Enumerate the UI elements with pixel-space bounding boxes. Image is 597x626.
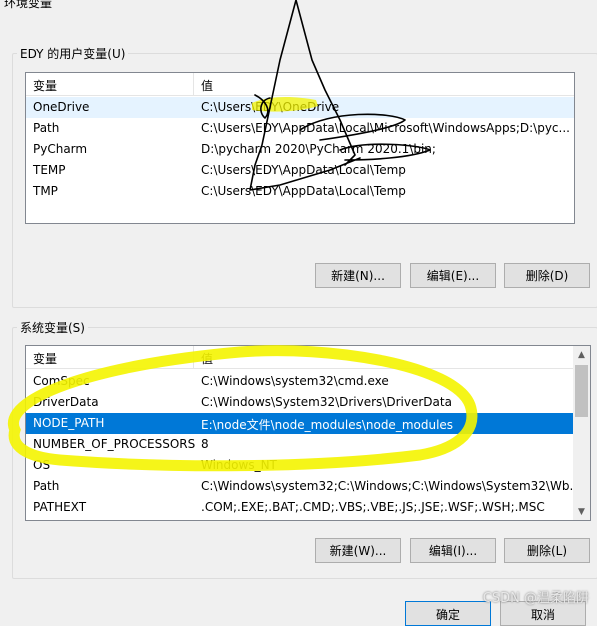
system-var-row[interactable]: PATHEXT .COM;.EXE;.BAT;.CMD;.VBS;.VBE;.J… (26, 497, 573, 518)
system-var-name: DriverData (33, 395, 99, 409)
system-var-row[interactable]: Path C:\Windows\system32;C:\Windows;C:\W… (26, 476, 581, 497)
scrollbar-thumb[interactable] (575, 365, 588, 417)
window-title: 环境变量 (4, 0, 53, 10)
system-vars-scrollbar[interactable]: ▲ ▼ (573, 346, 590, 520)
system-var-name: NUMBER_OF_PROCESSORS (33, 437, 196, 451)
user-var-value: C:\Users\EDY\AppData\Local\Temp (201, 163, 406, 177)
user-new-button[interactable]: 新建(N)... (315, 263, 401, 288)
system-var-row[interactable]: NUMBER_OF_PROCESSORS 8 (26, 434, 573, 455)
user-var-row[interactable]: OneDrive C:\Users\EDY\OneDrive (26, 97, 574, 118)
system-var-value: E:\node文件\node_modules\node_modules (201, 418, 454, 432)
user-var-row[interactable]: PyCharm D:\pycharm 2020\PyCharm 2020.1\b… (26, 139, 574, 160)
watermark: CSDN @温柔陷阱 (482, 591, 589, 606)
system-vars-group-label: 系统变量(S) (17, 319, 88, 336)
user-var-value: D:\pycharm 2020\PyCharm 2020.1\bin; (201, 142, 436, 156)
scroll-up-arrow-icon[interactable]: ▲ (573, 346, 590, 363)
user-var-name: TEMP (33, 163, 66, 177)
system-var-row[interactable]: ComSpec C:\Windows\system32\cmd.exe (26, 371, 573, 392)
column-header-value[interactable]: 值 (201, 77, 213, 94)
column-header-value[interactable]: 值 (201, 350, 213, 367)
system-delete-button[interactable]: 删除(L) (504, 538, 590, 563)
column-header-variable[interactable]: 变量 (33, 350, 57, 367)
system-var-value: C:\Windows\system32;C:\Windows;C:\Window… (201, 479, 581, 493)
system-var-name: OS (33, 458, 51, 472)
system-var-name: Path (33, 479, 60, 493)
system-var-value: .COM;.EXE;.BAT;.CMD;.VBS;.VBE;.JS;.JSE;.… (201, 500, 545, 514)
system-var-row[interactable]: DriverData C:\Windows\System32\Drivers\D… (26, 392, 573, 413)
system-var-row-selected[interactable]: NODE_PATH E:\node文件\node_modules\node_mo… (26, 413, 573, 434)
system-edit-button[interactable]: 编辑(I)... (410, 538, 496, 563)
system-var-value: C:\Windows\system32\cmd.exe (201, 374, 389, 388)
user-var-row[interactable]: TEMP C:\Users\EDY\AppData\Local\Temp (26, 160, 574, 181)
user-var-row[interactable]: Path C:\Users\EDY\AppData\Local\Microsof… (26, 118, 574, 139)
user-vars-group-label: EDY 的用户变量(U) (17, 45, 129, 62)
system-var-name: ComSpec (33, 374, 90, 388)
system-var-value: 8 (201, 437, 209, 451)
system-var-value: Windows_NT (201, 458, 277, 472)
user-var-name: PyCharm (33, 142, 88, 156)
scroll-down-arrow-icon[interactable]: ▼ (573, 503, 590, 520)
column-header-variable[interactable]: 变量 (33, 77, 57, 94)
system-var-row[interactable]: OS Windows_NT (26, 455, 573, 476)
system-var-name: PATHEXT (33, 500, 87, 514)
system-new-button[interactable]: 新建(W)... (315, 538, 401, 563)
user-var-name: TMP (33, 184, 58, 198)
system-var-name: NODE_PATH (33, 416, 105, 430)
user-var-value: C:\Users\EDY\AppData\Local\Temp (201, 184, 406, 198)
user-var-row[interactable]: TMP C:\Users\EDY\AppData\Local\Temp (26, 181, 574, 202)
user-var-value: C:\Users\EDY\OneDrive (201, 100, 340, 114)
system-var-value: C:\Windows\System32\Drivers\DriverData (201, 395, 452, 409)
user-vars-list[interactable]: 变量 值 OneDrive C:\Users\EDY\OneDrive Path… (25, 72, 575, 224)
user-var-name: OneDrive (33, 100, 90, 114)
user-vars-header: 变量 值 (26, 73, 574, 96)
ok-button[interactable]: 确定 (405, 601, 491, 626)
user-delete-button[interactable]: 删除(D) (504, 263, 590, 288)
system-vars-list[interactable]: 变量 值 ComSpec C:\Windows\system32\cmd.exe… (25, 345, 591, 521)
user-var-value: C:\Users\EDY\AppData\Local\Microsoft\Win… (201, 121, 570, 135)
user-var-name: Path (33, 121, 60, 135)
system-vars-header: 变量 值 (26, 346, 573, 369)
user-edit-button[interactable]: 编辑(E)... (410, 263, 496, 288)
